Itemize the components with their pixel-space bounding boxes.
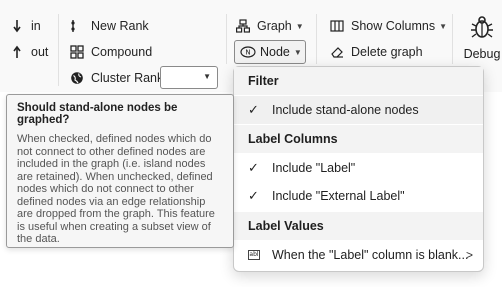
menu-item-label: Include stand-alone nodes [272, 103, 419, 117]
menu-item-label-blank-submenu[interactable]: abl When the "Label" column is blank... … [234, 241, 483, 269]
cluster-rank-control: Cluster Rank [70, 68, 163, 88]
compound-grid-icon [70, 45, 84, 59]
menu-item-label: When the "Label" column is blank... [272, 248, 469, 262]
menu-section-title: Label Columns [248, 132, 338, 146]
tooltip-body: When checked, defined nodes which do not… [17, 133, 215, 245]
ribbon-divider [316, 14, 317, 64]
chevron-down-icon: ▼ [439, 21, 447, 31]
tooltip-title: Should stand-alone nodes be graphed? [17, 102, 178, 126]
menu-item-include-stand-alone-nodes[interactable]: ✓ Include stand-alone nodes [234, 96, 483, 124]
cluster-rank-select[interactable]: ▼ [160, 66, 218, 89]
globe-icon [70, 71, 84, 85]
node-label: Node [260, 45, 290, 59]
node-icon: N [240, 46, 256, 58]
zoom-in-button[interactable]: in [10, 16, 41, 36]
menu-section-label-values: Label Values [234, 212, 483, 240]
columns-icon [330, 19, 344, 33]
menu-section-title: Label Values [248, 219, 324, 233]
compound-button[interactable]: Compound [70, 42, 152, 62]
ribbon-divider [226, 14, 227, 64]
delete-graph-label: Delete graph [351, 45, 423, 59]
graph-label: Graph [257, 19, 292, 33]
text-field-icon: abl [248, 250, 260, 260]
delete-graph-button[interactable]: Delete graph [330, 42, 423, 62]
debug-button[interactable]: Debug [462, 14, 502, 74]
menu-section-filter: Filter [234, 67, 483, 95]
graph-menu-button[interactable]: Graph ▼ [236, 16, 304, 36]
menu-section-title: Filter [248, 74, 279, 88]
checkmark-icon: ✓ [248, 160, 259, 175]
menu-item-include-external-label[interactable]: ✓ Include "External Label" [234, 182, 483, 210]
cluster-rank-label: Cluster Rank [91, 71, 164, 85]
debug-label: Debug [463, 47, 501, 61]
new-rank-label: New Rank [91, 19, 149, 33]
rank-bars-icon [70, 19, 84, 33]
node-menu-button[interactable]: N Node ▼ [234, 40, 306, 64]
zoom-in-label: in [31, 19, 41, 33]
compound-label: Compound [91, 45, 153, 59]
show-columns-button[interactable]: Show Columns ▼ [330, 16, 447, 36]
menu-section-label-columns: Label Columns [234, 125, 483, 153]
node-dropdown-menu: Filter ✓ Include stand-alone nodes Label… [233, 66, 484, 272]
chevron-down-icon: ▼ [295, 21, 304, 31]
graph-hierarchy-icon [236, 19, 250, 33]
chevron-down-icon: ▼ [203, 72, 211, 81]
menu-item-label: Include "Label" [272, 161, 356, 175]
checkmark-icon: ✓ [248, 102, 259, 117]
checkmark-icon: ✓ [248, 188, 259, 203]
eraser-icon [330, 45, 344, 59]
chevron-right-icon: > [465, 248, 473, 262]
zoom-out-label: out [31, 45, 49, 59]
arrow-down-icon [10, 19, 24, 33]
chevron-down-icon: ▼ [293, 47, 302, 57]
menu-item-label: Include "External Label" [272, 189, 405, 203]
new-rank-button[interactable]: New Rank [70, 16, 149, 36]
menu-item-include-label[interactable]: ✓ Include "Label" [234, 154, 483, 182]
arrow-up-icon [10, 45, 24, 59]
ribbon-divider [452, 14, 453, 64]
bug-icon [469, 14, 495, 43]
zoom-out-button[interactable]: out [10, 42, 48, 62]
show-columns-label: Show Columns [351, 19, 436, 33]
ribbon-divider [58, 14, 59, 86]
tooltip: Should stand-alone nodes be graphed? Whe… [6, 94, 234, 248]
svg-text:N: N [245, 49, 250, 57]
